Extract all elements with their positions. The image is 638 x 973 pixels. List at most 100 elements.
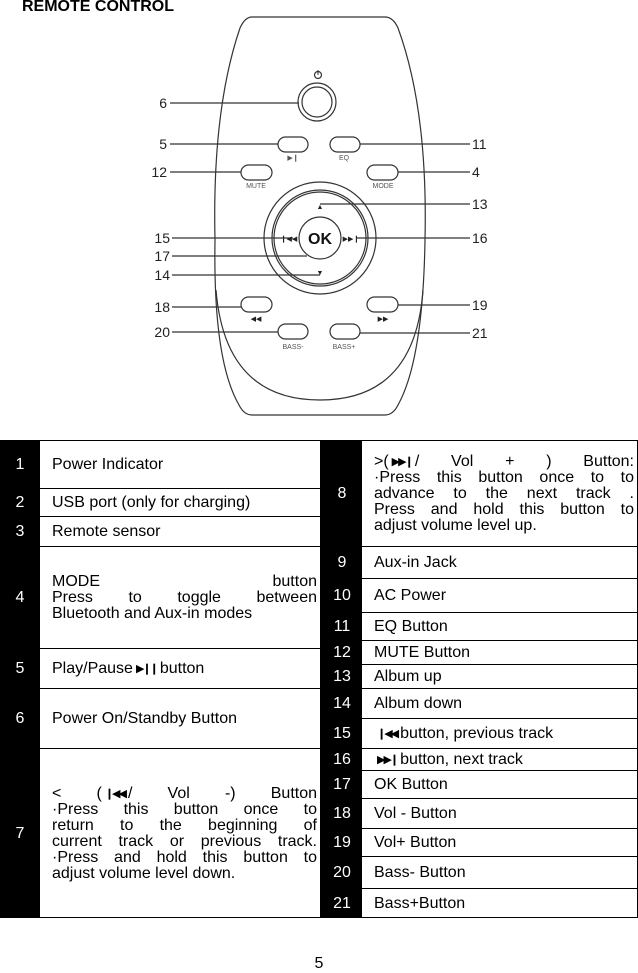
table-row: 12 MUTE Button — [322, 640, 638, 664]
item-number: 16 — [322, 749, 362, 770]
table-row: 7 < (❙◀◀ / Vol -) Button ·Press this button… — [0, 748, 321, 918]
item-description: Power On/Standby Button — [40, 689, 321, 748]
line-text: / Vol -) Button — [127, 784, 318, 802]
bass-plus-label: BASS+ — [333, 344, 356, 351]
item-number: 8 — [322, 441, 362, 546]
mode-label: MODE — [373, 183, 394, 190]
rewind-icon: ◀◀ — [251, 316, 262, 323]
description-line: Vol - Button — [374, 805, 634, 822]
callout-19: 19 — [472, 297, 488, 313]
line-text: Power Indicator — [52, 455, 164, 473]
item-description: ❙◀◀ button, previous track — [362, 719, 638, 748]
description-line: Album up — [374, 668, 634, 685]
vol-minus-button — [240, 296, 273, 313]
line-text: Bluetooth and Aux-in modes — [52, 604, 253, 622]
item-description: < (❙◀◀ / Vol -) Button ·Press this button … — [40, 749, 321, 918]
item-number: 7 — [0, 749, 40, 918]
previous-icon: ❙◀◀ — [281, 235, 298, 243]
description-line: Press to toggle between — [52, 589, 317, 606]
item-number: 20 — [322, 857, 362, 888]
table-row: 18 Vol - Button — [322, 798, 638, 828]
callout-18: 18 — [154, 299, 170, 315]
line-text: current track or previous track. — [52, 832, 317, 850]
up-arrow-icon: ▲ — [317, 204, 324, 211]
item-description: MODE button Press to toggle between Blueto… — [40, 547, 321, 648]
line-text: < ( — [52, 784, 102, 802]
item-number: 18 — [322, 799, 362, 828]
item-number: 10 — [322, 579, 362, 612]
item-number: 11 — [322, 613, 362, 640]
line-text: Press and hold this button to — [374, 500, 634, 518]
table-row: 14 Album down — [322, 688, 638, 718]
power-button-ring — [297, 82, 337, 122]
item-number: 15 — [322, 719, 362, 748]
item-description: EQ Button — [362, 613, 638, 640]
description-line: Bass+Button — [374, 895, 634, 912]
item-description: Play/Pause ▶❙❙ button — [40, 649, 321, 688]
description-line: OK Button — [374, 776, 634, 793]
callouts-left: 6 5 12 15 17 14 18 20 — [151, 95, 170, 340]
power-button — [301, 86, 333, 118]
previous-icon: ❙◀◀ — [104, 787, 127, 800]
line-text: ·Press this button once to to — [374, 468, 634, 486]
table-row: 8 >(▶▶❙ / Vol + ) Button: ·Press this butto… — [322, 440, 638, 546]
description-line: adjust volume level down. — [52, 864, 317, 882]
line-text: Power On/Standby Button — [52, 709, 237, 727]
table-row: 19 Vol+ Button — [322, 828, 638, 856]
description-line: Vol+ Button — [374, 833, 634, 851]
callout-12: 12 — [151, 164, 167, 180]
line-text: adjust volume level up. — [374, 516, 537, 534]
line-text: ·Press and hold this button to — [52, 848, 317, 866]
table-row: 10 AC Power — [322, 578, 638, 612]
callout-16: 16 — [472, 230, 488, 246]
remote-lower-curve — [215, 289, 424, 401]
line-text: adjust volume level down. — [52, 864, 236, 882]
item-number: 12 — [322, 641, 362, 664]
remote-control-diagram: ▶❙ EQ MUTE MODE ▲ ▼ ❙◀◀ ▶▶❙ ◀◀ ▶▶ BASS- … — [151, 16, 488, 416]
line-text: button — [159, 659, 205, 677]
line-text: USB port (only for charging) — [52, 493, 251, 511]
item-description: ▶▶❙ button, next track — [362, 749, 638, 770]
line-text: Play/Pause — [52, 659, 133, 677]
table-row: 9 Aux-in Jack — [322, 546, 638, 578]
line-text: / Vol + ) Button: — [414, 452, 634, 470]
item-number: 4 — [0, 547, 40, 648]
line-text: EQ Button — [374, 617, 448, 635]
mute-label: MUTE — [246, 183, 266, 190]
description-line: Press and hold this button to — [374, 500, 634, 518]
table-row: 15 ❙◀◀ button, previous track — [322, 718, 638, 748]
description-line: ❙◀◀ button, previous track — [374, 724, 634, 742]
description-line: Power Indicator — [52, 455, 317, 473]
line-text: Vol+ Button — [374, 833, 457, 851]
description-line: MODE button — [52, 573, 317, 590]
item-description: Remote sensor — [40, 517, 321, 546]
line-text: ·Press this button once to — [52, 800, 317, 818]
item-description: Album down — [362, 689, 638, 718]
item-description: Power Indicator — [40, 441, 321, 488]
line-text: button, next track — [400, 750, 523, 768]
description-line: Aux-in Jack — [374, 554, 634, 571]
callouts-right: 11 4 13 16 19 21 — [472, 136, 488, 341]
line-text: button, previous track — [400, 724, 554, 742]
line-text: AC Power — [374, 586, 447, 604]
item-number: 1 — [0, 441, 40, 488]
vol-plus-button — [366, 296, 399, 313]
description-line: ▶▶❙ button, next track — [374, 750, 634, 768]
line-text: >( — [374, 452, 389, 470]
mode-button — [366, 164, 399, 181]
bass-minus-label: BASS- — [282, 344, 304, 351]
item-number: 13 — [322, 665, 362, 688]
item-number: 9 — [322, 547, 362, 578]
callout-15: 15 — [154, 230, 170, 246]
callout-17: 17 — [154, 248, 170, 264]
item-description: Aux-in Jack — [362, 547, 638, 578]
item-number: 21 — [322, 889, 362, 918]
callout-4: 4 — [472, 164, 480, 180]
description-line: return to the beginning of — [52, 817, 317, 834]
line-text: Remote sensor — [52, 522, 161, 540]
item-description: AC Power — [362, 579, 638, 612]
callout-13: 13 — [472, 196, 488, 212]
item-number: 6 — [0, 689, 40, 748]
callout-6: 6 — [159, 95, 167, 111]
eq-button — [329, 136, 361, 153]
